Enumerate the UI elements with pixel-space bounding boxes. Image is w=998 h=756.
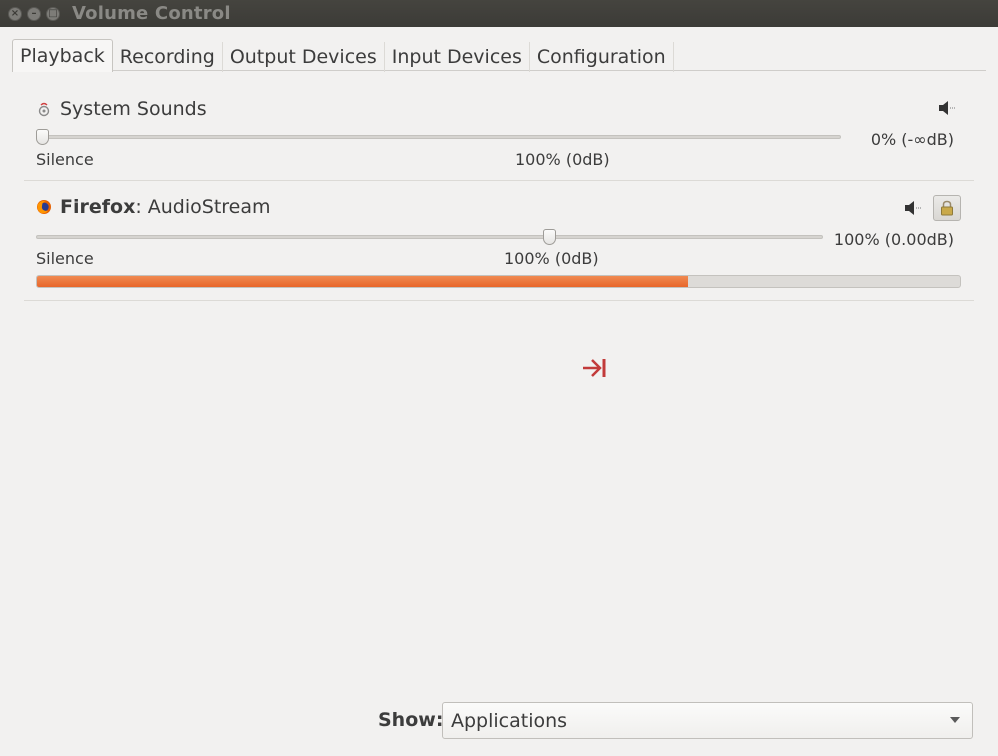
scale-min-label: Silence bbox=[36, 249, 94, 268]
stream-header: Firefox: AudioStream bbox=[36, 196, 271, 218]
show-dropdown-value: Applications bbox=[451, 709, 568, 732]
tab-configuration[interactable]: Configuration bbox=[530, 42, 674, 72]
tab-input-devices[interactable]: Input Devices bbox=[385, 42, 530, 72]
stream-row-system-sounds: System Sounds 0% (-∞dB) Silence 100% (0d… bbox=[24, 96, 974, 180]
tab-bar: Playback Recording Output Devices Input … bbox=[12, 39, 674, 72]
window-titlebar: × – □ Volume Control bbox=[0, 0, 998, 27]
lock-icon bbox=[941, 200, 953, 216]
stream-header: System Sounds bbox=[36, 98, 207, 120]
stream-row-firefox: Firefox: AudioStream 100% (0.00dB) Silen… bbox=[24, 194, 974, 300]
tab-output-devices[interactable]: Output Devices bbox=[223, 42, 385, 72]
close-icon[interactable]: × bbox=[8, 6, 22, 21]
speaker-icon[interactable] bbox=[938, 100, 956, 116]
volume-value: 0% (-∞dB) bbox=[870, 130, 954, 149]
maximize-icon[interactable]: □ bbox=[46, 6, 60, 21]
scale-mid-label: 100% (0dB) bbox=[504, 249, 599, 268]
row-divider bbox=[24, 180, 974, 181]
firefox-icon bbox=[37, 200, 51, 214]
window-controls: × – □ bbox=[8, 6, 60, 21]
chevron-down-icon bbox=[950, 717, 960, 723]
volume-slider-track[interactable] bbox=[36, 135, 841, 139]
show-dropdown[interactable]: Applications bbox=[442, 702, 973, 739]
tab-playback[interactable]: Playback bbox=[12, 39, 113, 72]
system-sounds-icon bbox=[38, 102, 50, 117]
arrow-to-right-bar-icon bbox=[583, 359, 606, 377]
tab-recording[interactable]: Recording bbox=[113, 42, 223, 72]
speaker-icon[interactable] bbox=[904, 200, 922, 216]
volume-slider-handle[interactable] bbox=[543, 229, 556, 245]
app-name: Firefox bbox=[60, 196, 136, 218]
peak-level-meter bbox=[36, 275, 961, 288]
peak-level-fill bbox=[37, 276, 688, 287]
volume-slider-handle[interactable] bbox=[36, 129, 49, 145]
stream-name: System Sounds bbox=[60, 98, 207, 120]
volume-slider-track[interactable] bbox=[36, 235, 823, 239]
lock-channels-button[interactable] bbox=[933, 195, 961, 221]
scale-min-label: Silence bbox=[36, 150, 94, 169]
show-label: Show: bbox=[378, 709, 444, 731]
row-divider bbox=[24, 300, 974, 301]
window-title: Volume Control bbox=[72, 3, 231, 24]
stream-name: : AudioStream bbox=[135, 196, 271, 218]
volume-value: 100% (0.00dB) bbox=[833, 230, 954, 249]
scale-mid-label: 100% (0dB) bbox=[515, 150, 610, 169]
minimize-icon[interactable]: – bbox=[27, 6, 41, 21]
